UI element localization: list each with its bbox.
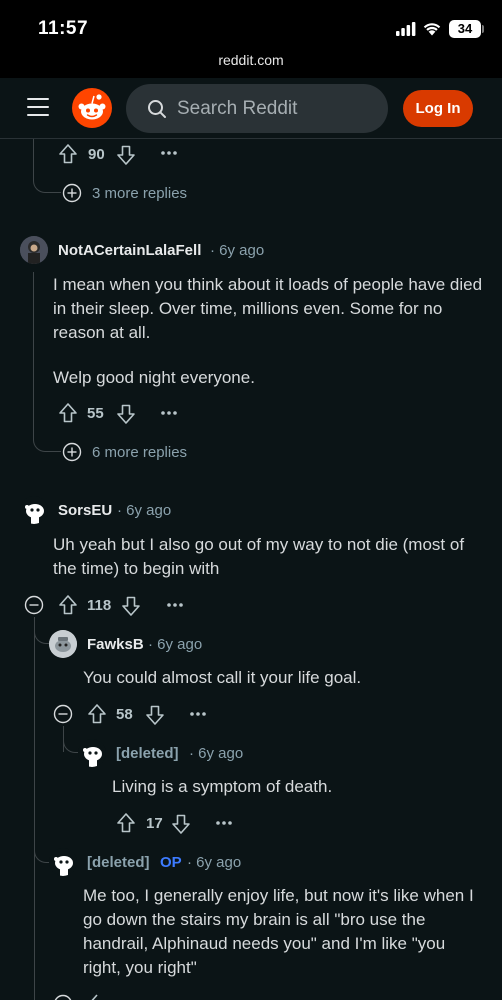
vote-count: 90 — [88, 146, 105, 163]
thread-curve — [33, 167, 61, 193]
avatar[interactable] — [49, 848, 77, 876]
search-input[interactable]: Search Reddit — [177, 98, 297, 120]
comment-thread: 90 3 more replies NotACertainLalaFell · … — [0, 139, 502, 1000]
upvote-icon[interactable] — [57, 402, 79, 424]
comment-body: I mean when you think about it loads of … — [53, 275, 483, 342]
more-replies-link[interactable]: 6 more replies — [92, 444, 187, 461]
upvote-icon[interactable] — [57, 143, 79, 165]
vote-count: 118 — [87, 597, 112, 614]
comment-body: You could almost call it your life goal. — [83, 668, 362, 687]
vote-count: 55 — [87, 405, 104, 422]
avatar[interactable] — [20, 236, 48, 264]
downvote-icon[interactable] — [115, 403, 137, 425]
thread-line — [34, 617, 35, 1000]
upvote-icon[interactable] — [86, 993, 108, 1000]
more-options-icon[interactable] — [160, 150, 178, 156]
comment-author[interactable]: SorsEU — [58, 502, 112, 519]
avatar[interactable] — [78, 739, 106, 767]
avatar[interactable] — [49, 630, 77, 658]
search-icon — [148, 100, 166, 118]
status-time: 11:57 — [38, 18, 89, 39]
comment-body: Me too, I generally enjoy life, but now … — [83, 886, 474, 977]
battery-indicator: 34 — [449, 20, 481, 38]
more-options-icon[interactable] — [189, 711, 207, 717]
thread-curve — [63, 737, 79, 753]
more-options-icon[interactable] — [166, 602, 184, 608]
more-options-icon[interactable] — [215, 820, 233, 826]
avatar[interactable] — [20, 496, 48, 524]
op-badge: OP — [160, 854, 182, 871]
downvote-icon[interactable] — [170, 813, 192, 835]
more-replies-link[interactable]: 3 more replies — [92, 185, 187, 202]
status-bar: 11:57 34 reddit.com — [0, 0, 502, 78]
vote-count: 58 — [116, 706, 133, 723]
more-options-icon[interactable] — [160, 410, 178, 416]
comment-timestamp: · 6y ago — [187, 854, 242, 871]
collapse-icon[interactable] — [24, 595, 44, 615]
comment-timestamp: · 6y ago — [148, 636, 203, 653]
comment-timestamp: · 6y ago — [210, 242, 265, 259]
upvote-icon[interactable] — [115, 812, 137, 834]
browser-url[interactable]: reddit.com — [0, 52, 502, 68]
vote-count: 17 — [146, 815, 163, 832]
reddit-header: Search Reddit Log In — [0, 78, 502, 139]
search-bar[interactable]: Search Reddit — [126, 84, 388, 133]
comment-author[interactable]: FawksB — [87, 636, 144, 653]
reddit-logo[interactable] — [72, 88, 112, 128]
wifi-icon — [423, 23, 441, 36]
collapse-icon[interactable] — [53, 994, 73, 1000]
menu-icon[interactable] — [27, 98, 51, 118]
downvote-icon[interactable] — [144, 704, 166, 726]
cellular-signal-icon — [396, 22, 416, 36]
comment-author: [deleted] — [116, 745, 179, 762]
login-button[interactable]: Log In — [403, 90, 473, 127]
downvote-icon[interactable] — [115, 144, 137, 166]
thread-line — [33, 272, 34, 437]
thread-curve — [34, 617, 50, 644]
comment-author[interactable]: NotACertainLalaFell — [58, 242, 201, 259]
expand-icon[interactable] — [62, 442, 82, 462]
thread-curve — [33, 426, 61, 452]
comment-timestamp: · 6y ago — [189, 745, 244, 762]
collapse-icon[interactable] — [53, 704, 73, 724]
thread-curve — [34, 839, 50, 863]
comment-body: Living is a symptom of death. — [112, 777, 333, 796]
comment-body: Uh yeah but I also go out of my way to n… — [53, 535, 465, 578]
upvote-icon[interactable] — [86, 703, 108, 725]
expand-icon[interactable] — [62, 183, 82, 203]
downvote-icon[interactable] — [120, 595, 142, 617]
comment-timestamp: · 6y ago — [117, 502, 172, 519]
upvote-icon[interactable] — [57, 594, 79, 616]
battery-nub — [482, 25, 484, 33]
comment-author: [deleted] — [87, 854, 150, 871]
comment-body: Welp good night everyone. — [53, 368, 255, 387]
